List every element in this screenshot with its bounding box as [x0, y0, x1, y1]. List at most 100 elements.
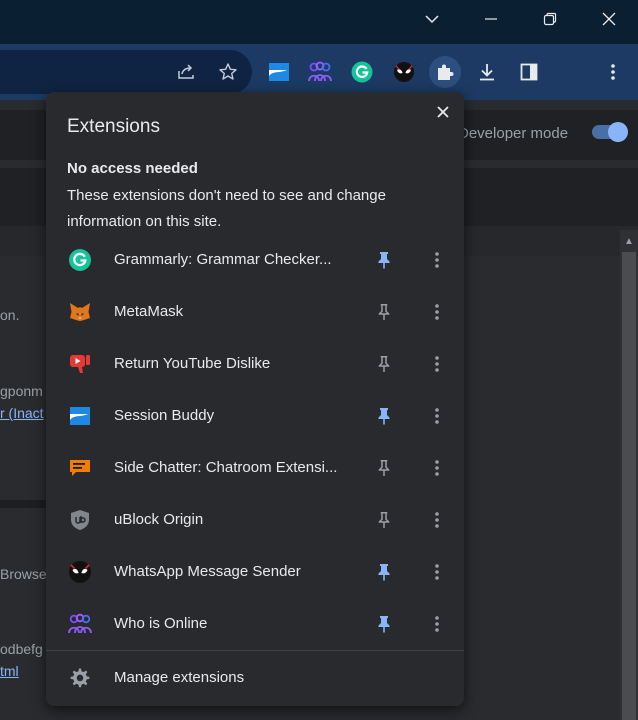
ublock-shield-icon: [71, 510, 89, 530]
extension-name: uBlock Origin: [114, 511, 204, 528]
side-panel-button[interactable]: [513, 56, 545, 88]
extension-row-return-youtube-dislike[interactable]: Return YouTube Dislike: [46, 338, 464, 390]
pin-icon[interactable]: [374, 302, 394, 322]
whatsapp-sender-toolbar-button[interactable]: [388, 56, 420, 88]
background-text-fragment: on.: [0, 307, 20, 323]
minimize-icon: [485, 18, 497, 20]
vertical-dots-icon: [435, 356, 439, 372]
extension-name: Grammarly: Grammar Checker...: [114, 251, 332, 268]
popup-divider: [46, 650, 464, 651]
extensions-button[interactable]: [429, 56, 461, 88]
vertical-dots-icon: [435, 616, 439, 632]
extension-name: Side Chatter: Chatroom Extensi...: [114, 459, 338, 476]
extension-row-grammarly[interactable]: Grammarly: Grammar Checker...: [46, 234, 464, 286]
extension-name: Return YouTube Dislike: [114, 355, 271, 372]
extension-menu-button[interactable]: [426, 509, 448, 531]
spiderman-mask-icon: [69, 561, 91, 583]
vertical-dots-icon: [435, 408, 439, 424]
share-icon: [178, 64, 194, 79]
spiderman-mask-icon: [394, 62, 414, 82]
browser-window: Developer mode on. gponm r (Inact Browse…: [0, 0, 638, 720]
extension-row-whatsapp-message-sender[interactable]: WhatsApp Message Sender: [46, 546, 464, 598]
extension-menu-button[interactable]: [426, 457, 448, 479]
title-bar: [0, 0, 638, 44]
people-group-icon: [308, 61, 332, 82]
tab-search-button[interactable]: [403, 0, 461, 38]
background-link-fragment[interactable]: r (Inact: [0, 405, 44, 421]
scrollbar-thumb[interactable]: [622, 252, 636, 720]
extension-row-who-is-online[interactable]: Who is Online: [46, 598, 464, 650]
extension-name: Session Buddy: [114, 407, 215, 424]
pin-icon[interactable]: [374, 458, 394, 478]
address-bar[interactable]: [0, 50, 252, 94]
browser-menu-button[interactable]: [597, 56, 629, 88]
vertical-dots-icon: [435, 304, 439, 320]
downloads-button[interactable]: [471, 56, 503, 88]
extension-row-side-chatter[interactable]: Side Chatter: Chatroom Extensi...: [46, 442, 464, 494]
share-button[interactable]: [170, 56, 202, 88]
metamask-fox-icon: [70, 303, 90, 321]
extension-menu-button[interactable]: [426, 405, 448, 427]
close-icon: [437, 106, 449, 118]
extension-name: WhatsApp Message Sender: [114, 563, 301, 580]
vertical-dots-icon: [435, 564, 439, 580]
session-buddy-icon: [70, 407, 90, 425]
section-heading: No access needed: [67, 160, 198, 177]
puzzle-icon: [438, 64, 454, 80]
extension-name: Who is Online: [114, 615, 208, 632]
chevron-down-icon: [425, 15, 439, 24]
side-panel-icon: [520, 63, 538, 81]
close-window-button[interactable]: [580, 0, 638, 38]
restore-icon: [543, 12, 557, 26]
toggle-knob: [608, 122, 628, 142]
manage-extensions-button[interactable]: Manage extensions: [46, 652, 464, 704]
card-separator: [0, 500, 46, 508]
extension-menu-button[interactable]: [426, 353, 448, 375]
pin-icon[interactable]: [374, 406, 394, 426]
pin-icon[interactable]: [374, 562, 394, 582]
background-text-fragment: Browse: [0, 566, 47, 582]
restore-button[interactable]: [521, 0, 579, 38]
scroll-up-arrow-icon[interactable]: ▲: [624, 236, 634, 247]
grammarly-toolbar-button[interactable]: [346, 56, 378, 88]
popup-title: Extensions: [67, 116, 160, 137]
people-group-icon: [68, 613, 92, 634]
background-text-fragment: gponm: [0, 383, 43, 399]
developer-mode-label: Developer mode: [458, 125, 569, 142]
vertical-dots-icon: [435, 252, 439, 268]
vertical-dots-icon: [435, 512, 439, 528]
extensions-menu: Extensions No access needed These extens…: [46, 92, 464, 706]
vertical-dots-icon: [435, 460, 439, 476]
session-buddy-toolbar-button[interactable]: [263, 56, 295, 88]
manage-extensions-label: Manage extensions: [114, 669, 245, 686]
developer-mode-toggle[interactable]: [592, 122, 628, 142]
background-text-fragment: odbefg: [0, 641, 43, 657]
youtube-dislike-icon: [70, 355, 90, 373]
pin-icon[interactable]: [374, 354, 394, 374]
minimize-button[interactable]: [462, 0, 520, 38]
extension-menu-button[interactable]: [426, 613, 448, 635]
pin-icon[interactable]: [374, 510, 394, 530]
extension-row-session-buddy[interactable]: Session Buddy: [46, 390, 464, 442]
bookmark-button[interactable]: [212, 56, 244, 88]
grammarly-icon: [351, 61, 373, 83]
extension-menu-button[interactable]: [426, 561, 448, 583]
extension-menu-button[interactable]: [426, 301, 448, 323]
section-description: These extensions don't need to see and c…: [67, 187, 386, 230]
who-is-online-toolbar-button[interactable]: [304, 56, 336, 88]
close-icon: [602, 12, 616, 26]
extension-row-ublock-origin[interactable]: uBlock Origin: [46, 494, 464, 546]
close-popup-button[interactable]: [432, 101, 454, 123]
background-link-fragment[interactable]: tml: [0, 663, 19, 679]
chat-bubble-icon: [70, 460, 90, 476]
pin-icon[interactable]: [374, 614, 394, 634]
session-buddy-icon: [269, 63, 289, 81]
pin-icon[interactable]: [374, 250, 394, 270]
extension-row-metamask[interactable]: MetaMask: [46, 286, 464, 338]
download-icon: [480, 64, 494, 81]
extension-name: MetaMask: [114, 303, 184, 320]
gear-icon: [70, 668, 90, 688]
grammarly-icon: [69, 249, 91, 271]
star-icon: [219, 63, 237, 80]
extension-menu-button[interactable]: [426, 249, 448, 271]
